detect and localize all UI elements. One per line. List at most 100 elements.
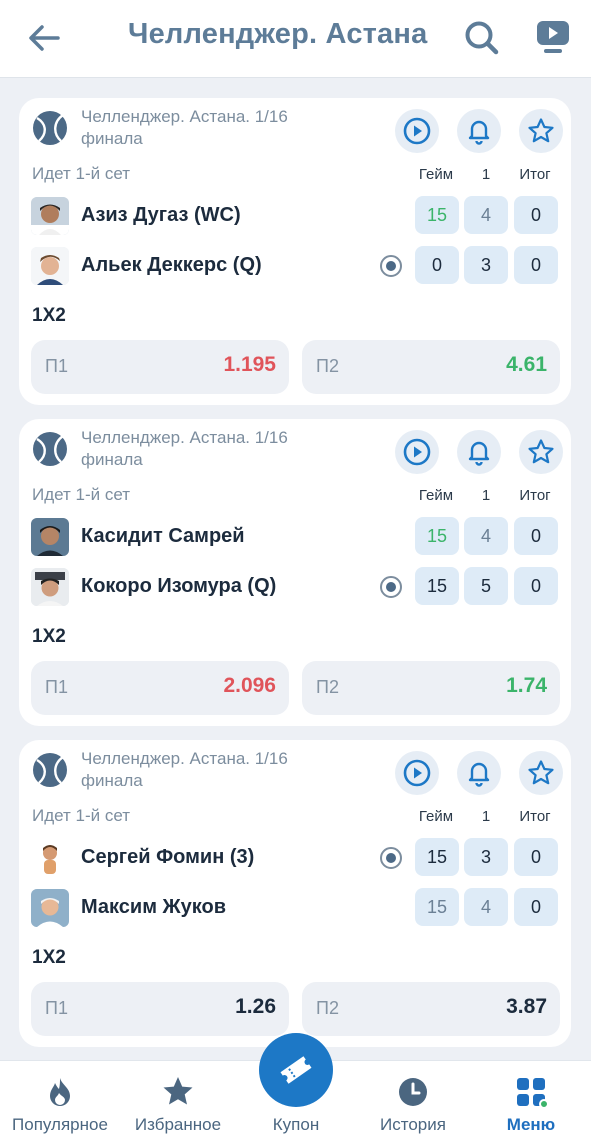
clock-icon [399,1078,427,1106]
score-total: 0 [514,517,558,555]
league-name: Челленджер. Астана. 1/16 финала [81,749,288,790]
score-set1: 3 [464,246,508,284]
player-name: Азиз Дугаз (WC) [81,204,241,226]
odd-button-p2[interactable]: П2 1.74 [302,661,560,715]
league-name: Челленджер. Астана. 1/16 финала [81,428,288,469]
league-name: Челленджер. Астана. 1/16 финала [81,107,288,148]
favorite-button[interactable] [519,430,563,474]
coupon-button[interactable] [259,1033,333,1107]
market-title: 1X2 [32,947,66,968]
score-total: 0 [514,196,558,234]
serving-indicator-icon [379,846,403,870]
odd-label: П2 [316,998,339,1018]
odd-value: 4.61 [506,353,547,376]
score-total: 0 [514,838,558,876]
player-avatar [31,889,69,927]
bell-icon [468,762,490,787]
bell-icon [468,441,490,466]
star-icon [163,1077,193,1105]
market-title: 1X2 [32,305,66,326]
watch-button[interactable] [395,109,439,153]
play-icon [403,759,431,787]
nav-label: Избранное [134,1115,222,1134]
odd-button-p1[interactable]: П1 1.26 [31,982,289,1036]
favorite-button[interactable] [519,751,563,795]
odd-label: П2 [316,356,339,376]
match-card[interactable]: Челленджер. Астана. 1/16 финала Идет 1-й… [19,98,571,405]
score-total: 0 [514,246,558,284]
player-avatar [31,839,69,877]
odd-label: П1 [45,356,68,376]
odd-button-p2[interactable]: П2 4.61 [302,340,560,394]
player-avatar [31,568,69,606]
player-name: Кокоро Изомура (Q) [81,575,277,597]
column-total: Итог [519,166,551,183]
player-name: Альек Деккерс (Q) [81,254,262,276]
arrow-left-icon [29,25,60,51]
odd-value: 1.74 [506,674,547,697]
top-app-bar: Челленджер. Астана [0,0,591,78]
player-name: Сергей Фомин (3) [81,846,255,868]
score-set1: 4 [464,196,508,234]
score-total: 0 [514,888,558,926]
odd-button-p1[interactable]: П1 2.096 [31,661,289,715]
notify-button[interactable] [457,430,501,474]
nav-label: Популярное [12,1115,108,1134]
odd-button-p1[interactable]: П1 1.195 [31,340,289,394]
score-game: 15 [415,517,459,555]
nav-label: Купон [272,1115,320,1134]
player-avatar [31,518,69,556]
notify-button[interactable] [457,751,501,795]
match-card[interactable]: Челленджер. Астана. 1/16 финала Идет 1-й… [19,740,571,1047]
nav-popular[interactable]: Популярное [0,1061,120,1148]
match-status: Идет 1-й сет [32,164,131,183]
score-game: 15 [415,567,459,605]
match-status: Идет 1-й сет [32,485,131,504]
tennis-ball-icon [32,110,68,146]
player-row: Азиз Дугаз (WC) 15 4 0 [19,196,571,236]
score-game: 15 [415,196,459,234]
column-game: Гейм [418,166,454,183]
bell-icon [468,120,490,145]
player-row: Касидит Самрей 15 4 0 [19,517,571,557]
score-game: 15 [415,838,459,876]
flame-icon [50,1078,70,1106]
favorite-button[interactable] [519,109,563,153]
star-icon [528,118,554,143]
odd-value: 3.87 [506,995,547,1018]
player-row: Кокоро Изомура (Q) 15 5 0 [19,567,571,607]
column-total: Итог [519,808,551,825]
score-game: 15 [415,888,459,926]
serving-indicator-icon [379,254,403,278]
player-row: Сергей Фомин (3) 15 3 0 [19,838,571,878]
notify-button[interactable] [457,109,501,153]
play-icon [403,117,431,145]
player-row: Альек Деккерс (Q) 0 3 0 [19,246,571,286]
column-set1: 1 [481,487,491,504]
column-set1: 1 [481,166,491,183]
score-set1: 4 [464,517,508,555]
score-set1: 5 [464,567,508,605]
watch-button[interactable] [395,430,439,474]
ticket-icon [280,1056,312,1084]
notification-dot [539,1099,549,1109]
odd-value: 2.096 [223,674,276,697]
video-button[interactable] [534,18,572,56]
match-card[interactable]: Челленджер. Астана. 1/16 финала Идет 1-й… [19,419,571,726]
bottom-navigation: Популярное Избранное Купон История Меню [0,1033,591,1148]
odd-value: 1.26 [235,995,276,1018]
watch-button[interactable] [395,751,439,795]
nav-coupon[interactable]: Купон [236,1033,356,1148]
search-button[interactable] [462,18,502,58]
back-button[interactable] [24,20,64,56]
market-title: 1X2 [32,626,66,647]
nav-favorites[interactable]: Избранное [118,1061,238,1148]
score-set1: 3 [464,838,508,876]
player-name: Касидит Самрей [81,525,245,547]
player-row: Максим Жуков 15 4 0 [19,888,571,928]
search-icon [465,21,499,55]
column-game: Гейм [418,808,454,825]
nav-menu[interactable]: Меню [471,1061,591,1148]
odd-button-p2[interactable]: П2 3.87 [302,982,560,1036]
nav-history[interactable]: История [353,1061,473,1148]
